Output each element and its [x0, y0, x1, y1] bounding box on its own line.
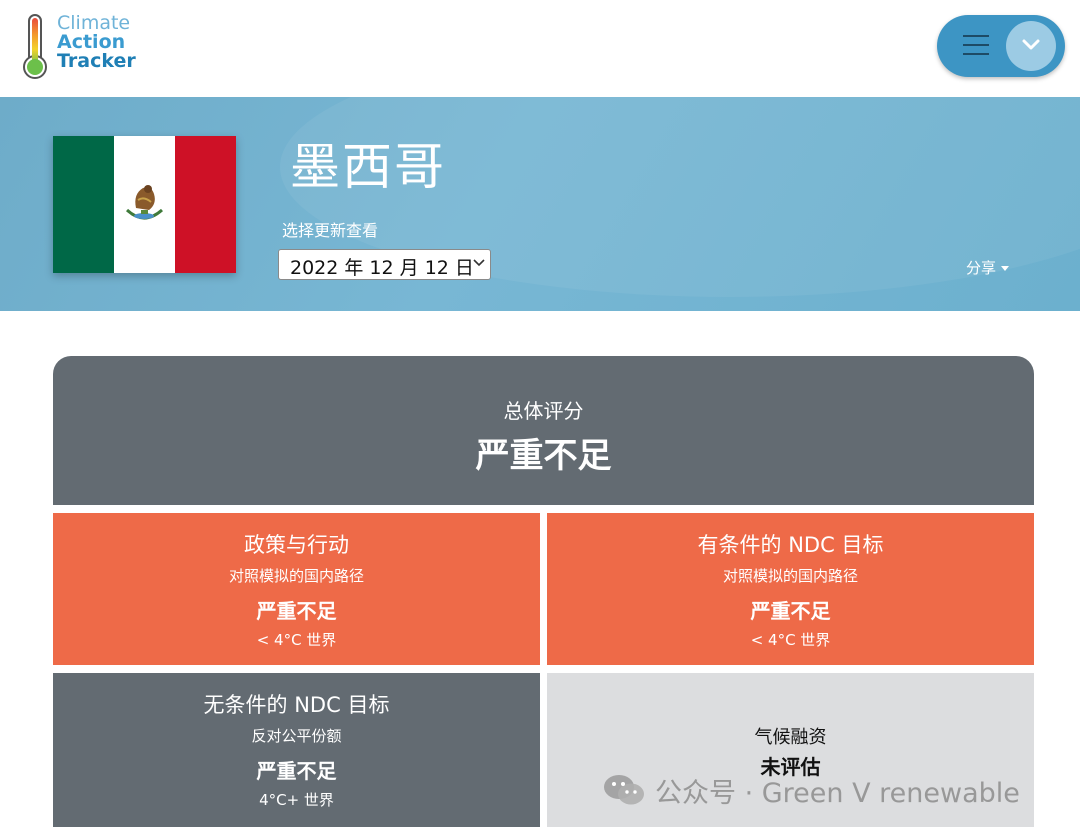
tile-rating: 严重不足 — [750, 599, 831, 623]
top-bar: Climate Action Tracker — [0, 0, 1080, 97]
wechat-icon — [604, 775, 644, 805]
selected-date: 2022 年 12 月 12 日 — [290, 257, 474, 279]
climate-action-tracker-logo[interactable]: Climate Action Tracker — [18, 12, 148, 82]
country-hero: 墨西哥 选择更新查看 2022 年 12 月 12 日 分享 — [0, 97, 1080, 311]
thermometer-icon — [23, 14, 47, 79]
tile-rating: 严重不足 — [256, 759, 337, 783]
rating-tile-unconditional-ndc[interactable]: 无条件的 NDC 目标 反对公平份额 严重不足 4°C+ 世界 — [53, 673, 540, 827]
tile-warming: < 4°C 世界 — [256, 631, 337, 649]
wechat-watermark: 公众号 · Green V renewable — [603, 772, 1020, 809]
menu-toggle[interactable] — [937, 15, 1065, 77]
share-dropdown[interactable]: 分享 — [966, 257, 1010, 278]
hamburger-icon[interactable] — [963, 35, 989, 57]
tile-title: 气候融资 — [754, 727, 827, 748]
overall-rating-panel: 总体评分 严重不足 — [53, 356, 1034, 505]
coat-of-arms-icon — [125, 185, 163, 220]
share-label: 分享 — [966, 259, 997, 277]
tile-warming: < 4°C 世界 — [750, 631, 831, 649]
tile-subtitle: 对照模拟的国内路径 — [228, 567, 364, 585]
overall-rating-value: 严重不足 — [475, 436, 612, 476]
overall-rating-label: 总体评分 — [503, 399, 584, 423]
tile-warming: 4°C+ 世界 — [259, 791, 334, 809]
tile-rating: 严重不足 — [256, 599, 337, 623]
watermark-text: 公众号 · Green V renewable — [655, 777, 1020, 809]
logo-wordmark: Climate Action Tracker — [57, 14, 136, 71]
tile-title: 政策与行动 — [244, 533, 349, 557]
rating-tile-conditional-ndc[interactable]: 有条件的 NDC 目标 对照模拟的国内路径 严重不足 < 4°C 世界 — [547, 513, 1034, 665]
chevron-down-icon — [473, 259, 485, 267]
tile-subtitle: 反对公平份额 — [251, 727, 342, 745]
tile-title: 无条件的 NDC 目标 — [203, 693, 390, 717]
update-select-label: 选择更新查看 — [282, 221, 379, 240]
mexico-flag — [53, 136, 236, 273]
country-name: 墨西哥 — [290, 138, 446, 196]
caret-down-icon — [1001, 266, 1010, 271]
logo-line-3: Tracker — [57, 50, 136, 72]
tile-subtitle: 对照模拟的国内路径 — [722, 567, 858, 585]
update-date-select[interactable]: 2022 年 12 月 12 日 — [278, 249, 491, 280]
tile-title: 有条件的 NDC 目标 — [697, 533, 884, 557]
chevron-down-icon — [1022, 39, 1040, 50]
expand-button[interactable] — [1006, 21, 1056, 71]
rating-tile-policies[interactable]: 政策与行动 对照模拟的国内路径 严重不足 < 4°C 世界 — [53, 513, 540, 665]
